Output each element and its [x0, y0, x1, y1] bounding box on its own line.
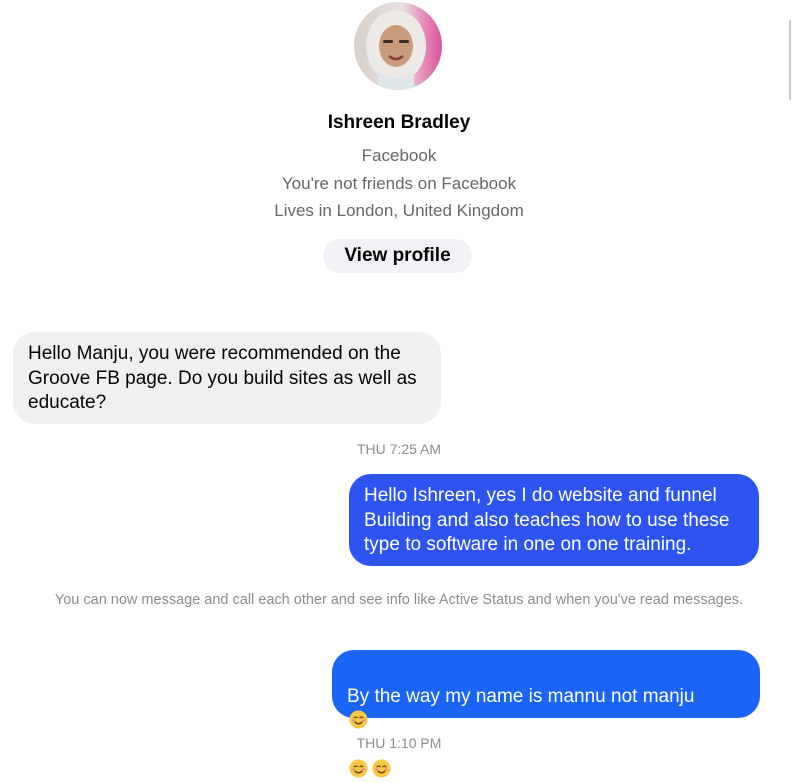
message-timestamp: THU 1:10 PM: [356, 735, 442, 751]
smiling-face-emoji-icon: [349, 710, 368, 729]
smiling-face-emoji-icon: [372, 759, 391, 778]
contact-avatar[interactable]: [354, 2, 442, 90]
message-incoming[interactable]: Hello Manju, you were recommended on the…: [13, 332, 441, 424]
contact-location: Lives in London, United Kingdom: [274, 201, 524, 220]
message-outgoing-emoji[interactable]: By the way my name is mannu not manju: [332, 650, 760, 778]
message-outgoing[interactable]: Hello Ishreen, yes I do website and funn…: [349, 474, 759, 566]
contact-platform: Facebook: [361, 146, 437, 165]
view-profile-button[interactable]: View profile: [323, 239, 472, 273]
avatar-photo: [354, 2, 442, 90]
connection-notice: You can now message and call each other …: [54, 592, 744, 608]
smiling-face-emoji-icon: [349, 759, 368, 778]
message-timestamp: THU 7:25 AM: [356, 441, 442, 457]
contact-name: Ishreen Bradley: [327, 112, 471, 133]
scrollbar[interactable]: [787, 0, 792, 753]
message-text: By the way my name is mannu not manju: [347, 685, 695, 707]
friendship-status: You're not friends on Facebook: [281, 174, 517, 193]
scrollbar-thumb[interactable]: [789, 20, 791, 100]
